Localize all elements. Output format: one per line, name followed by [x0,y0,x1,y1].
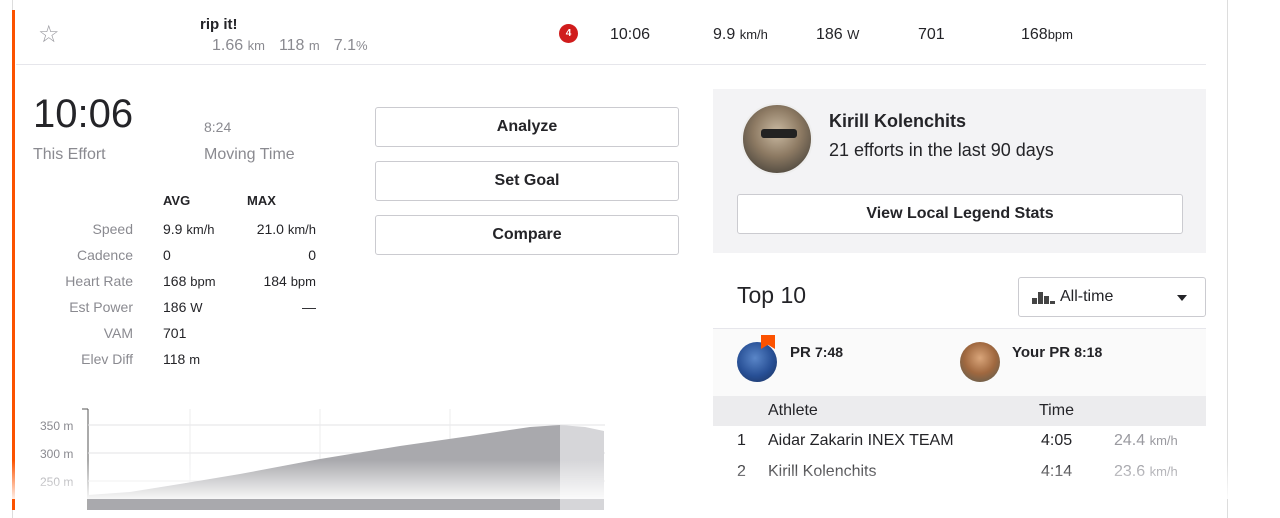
segment-stats: 1.66 km 118 m 7.1% [212,37,368,55]
y-tick-label: 250 m [40,475,73,489]
rank-badge: 4 [559,24,578,43]
star-icon[interactable]: ☆ [38,23,60,47]
time-column-header: Time [1039,402,1074,419]
effort-time: 10:06 [33,92,134,136]
chevron-down-icon [1177,295,1187,301]
segment-distance-unit: km [247,38,265,53]
stat-label: VAM [103,325,133,341]
leaderboard-icon [1032,292,1055,304]
view-local-legend-button[interactable]: View Local Legend Stats [737,194,1183,234]
table-row[interactable]: 1 Aidar Zakarin INEX TEAM 4:05 24.4 km/h [713,426,1206,456]
stat-label: Heart Rate [65,273,133,289]
table-row[interactable]: 2 Kirill Kolenchits 4:14 23.6 km/h [713,457,1206,487]
segment-distance: 1.66 [212,37,244,54]
stat-avg: 186 W [163,299,203,315]
legend-efforts: 21 efforts in the last 90 days [829,140,1054,160]
athlete-name[interactable]: Kirill Kolenchits [768,463,876,481]
athlete-column-header: Athlete [768,402,818,419]
your-pr-value: Your PR 8:18 [1012,344,1103,361]
analyze-button[interactable]: Analyze [375,107,679,147]
stat-label: Est Power [69,299,133,315]
stat-max: 184 bpm [263,273,316,289]
avatar[interactable] [741,103,813,175]
max-header: MAX [247,193,276,208]
stat-label: Elev Diff [81,351,133,367]
pr-band: PR 7:48 Your PR 8:18 [713,328,1206,396]
pr-value: PR 7:48 [790,344,844,361]
segment-grade-unit: % [356,38,368,53]
set-goal-button[interactable]: Set Goal [375,161,679,201]
timeframe-value: All-time [1060,288,1114,305]
avg-header: AVG [163,193,191,208]
stat-label: Speed [92,221,133,237]
stat-avg: 118 m [163,351,201,367]
stat-avg: 701 [163,325,187,341]
effort-time-label: This Effort [33,146,106,163]
effort-speed: 24.4 km/h [1114,432,1178,449]
rank: 1 [737,432,746,449]
stat-avg: 168 bpm [163,273,216,289]
segment-row[interactable]: ☆ rip it! 1.66 km 118 m 7.1% 4 10:06 9.9 k… [16,10,1206,65]
moving-time-label: Moving Time [204,146,295,163]
segment-time: 10:06 [610,26,651,43]
stat-avg: 0 [163,247,171,263]
effort-time[interactable]: 4:05 [1041,432,1072,450]
segment-heart-rate: 168bpm [1021,26,1073,43]
timeframe-select[interactable]: All-time [1018,277,1206,317]
segment-speed: 9.9 km/h [713,26,768,43]
stat-max: — [302,299,316,315]
athlete-name[interactable]: Aidar Zakarin INEX TEAM [768,432,954,450]
segment-name[interactable]: rip it! [200,16,238,33]
avatar[interactable] [960,342,1000,382]
segment-elevation: 118 [278,37,305,54]
compare-button[interactable]: Compare [375,215,679,255]
y-tick-label: 300 m [40,447,73,461]
effort-time[interactable]: 4:14 [1041,463,1072,481]
leaderboard-header: Athlete Time [713,396,1206,426]
elevation-area [88,425,560,510]
y-tick-label: 350 m [40,419,73,433]
segment-vam: 701 [918,26,945,43]
effort-speed: 23.6 km/h [1114,463,1178,480]
stat-label: Cadence [76,247,133,263]
moving-time: 8:24 [204,119,232,135]
avatar[interactable] [737,342,777,382]
segment-elevation-unit: m [308,38,320,53]
stat-max: 21.0 km/h [256,221,316,237]
legend-name[interactable]: Kirill Kolenchits [829,111,966,132]
stat-avg: 9.9 km/h [163,221,215,237]
segment-power: 186 W [816,26,860,43]
elevation-area-tail [560,425,604,510]
rank: 2 [737,463,746,480]
top10-title: Top 10 [737,282,807,308]
local-legend-panel: Kirill Kolenchits 21 efforts in the last… [713,89,1206,253]
segment-grade: 7.1 [333,37,356,54]
stat-max: 0 [308,247,316,263]
elevation-profile-chart: 350 m 300 m 250 m [40,408,605,510]
